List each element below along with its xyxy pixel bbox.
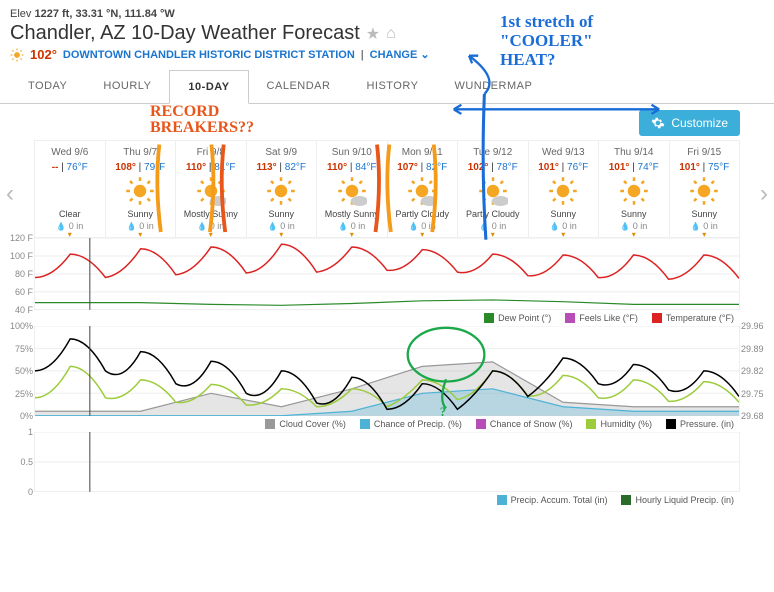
legend-item: Pressure. (in) <box>666 419 734 429</box>
day-date: Mon 9/11 <box>390 145 456 162</box>
weather-icon <box>249 175 315 207</box>
legend-item: Chance of Precip. (%) <box>360 419 462 429</box>
humidity-chart: 0%25%50%75%100% 29.6829.7529.8229.8929.9… <box>34 326 740 416</box>
prev-arrow[interactable]: ‹ <box>6 180 14 208</box>
legend-item: Temperature (°F) <box>652 313 734 323</box>
temperature-chart: 40 F60 F80 F100 F120 F <box>34 238 740 310</box>
weather-icon <box>37 175 103 207</box>
condition-label: Partly Cloudy <box>390 207 456 221</box>
weather-icon <box>178 175 244 207</box>
drop-icon: 💧 <box>479 222 489 231</box>
weather-icon <box>390 175 456 207</box>
legend-item: Dew Point (°) <box>484 313 551 323</box>
station-link[interactable]: DOWNTOWN CHANDLER HISTORIC DISTRICT STAT… <box>63 49 355 61</box>
tab-today[interactable]: TODAY <box>10 70 85 103</box>
forecast-day[interactable]: Fri 9/8110° | 81°FMostly Sunny💧 0 in▾ <box>176 141 247 237</box>
day-date: Fri 9/8 <box>178 145 244 162</box>
condition-label: Sunny <box>108 207 174 221</box>
next-arrow[interactable]: › <box>760 180 768 208</box>
forecast-day[interactable]: Wed 9/13101° | 76°FSunny💧 0 in▾ <box>529 141 600 237</box>
customize-button[interactable]: Customize <box>639 110 740 136</box>
day-date: Wed 9/6 <box>37 145 103 162</box>
change-station-link[interactable]: CHANGE ⌄ <box>370 48 430 61</box>
legend-item: Humidity (%) <box>586 419 652 429</box>
forecast-day[interactable]: Thu 9/7108° | 79°FSunny💧 0 in▾ <box>106 141 177 237</box>
legend-item: Cloud Cover (%) <box>265 419 346 429</box>
forecast-day[interactable]: Sat 9/9113° | 82°FSunny💧 0 in▾ <box>247 141 318 237</box>
drop-icon: 💧 <box>409 222 419 231</box>
day-date: Sun 9/10 <box>319 145 385 162</box>
drop-icon: 💧 <box>550 222 560 231</box>
drop-icon: 💧 <box>268 222 278 231</box>
day-date: Fri 9/15 <box>672 145 738 162</box>
legend-item: Chance of Snow (%) <box>476 419 573 429</box>
tabs-bar: TODAYHOURLY10-DAYCALENDARHISTORYWUNDERMA… <box>0 70 774 104</box>
day-date: Thu 9/14 <box>601 145 667 162</box>
condition-label: Sunny <box>601 207 667 221</box>
forecast-day[interactable]: Thu 9/14101° | 74°FSunny💧 0 in▾ <box>599 141 670 237</box>
weather-icon <box>460 175 526 207</box>
condition-label: Mostly Sunny <box>178 207 244 221</box>
tab-history[interactable]: HISTORY <box>348 70 436 103</box>
condition-label: Sunny <box>672 207 738 221</box>
chevron-down-icon: ⌄ <box>420 49 429 61</box>
weather-icon <box>531 175 597 207</box>
legend-item: Feels Like (°F) <box>565 313 638 323</box>
current-temp: 102° <box>30 47 57 62</box>
drop-icon: 💧 <box>56 222 66 231</box>
elevation-line: Elev 1227 ft, 33.31 °N, 111.84 °W <box>10 8 764 20</box>
forecast-day[interactable]: Sun 9/10110° | 84°FMostly Sunny💧 0 in▾ <box>317 141 388 237</box>
day-date: Wed 9/13 <box>531 145 597 162</box>
drop-icon: 💧 <box>127 222 137 231</box>
condition-label: Partly Cloudy <box>460 207 526 221</box>
tab-10day[interactable]: 10-DAY <box>169 70 248 104</box>
day-date: Sat 9/9 <box>249 145 315 162</box>
home-icon[interactable]: ⌂ <box>386 25 396 43</box>
condition-label: Mostly Sunny <box>319 207 385 221</box>
weather-icon <box>672 175 738 207</box>
weather-icon <box>601 175 667 207</box>
condition-label: Sunny <box>531 207 597 221</box>
legend-item: Precip. Accum. Total (in) <box>497 495 608 505</box>
tab-wundermap[interactable]: WUNDERMAP <box>436 70 550 103</box>
forecast-days-row: Wed 9/6-- | 76°FClear💧 0 in▾Thu 9/7108° … <box>34 140 740 238</box>
drop-icon: 💧 <box>338 222 348 231</box>
weather-icon <box>319 175 385 207</box>
day-date: Thu 9/7 <box>108 145 174 162</box>
day-date: Tue 9/12 <box>460 145 526 162</box>
forecast-day[interactable]: Tue 9/12102° | 78°FPartly Cloudy💧 0 in▾ <box>458 141 529 237</box>
tab-hourly[interactable]: HOURLY <box>85 70 169 103</box>
current-sun-icon <box>10 48 24 62</box>
page-title: Chandler, AZ 10-Day Weather Forecast <box>10 22 360 45</box>
tab-calendar[interactable]: CALENDAR <box>249 70 349 103</box>
favorite-star-icon[interactable]: ★ <box>366 24 380 44</box>
drop-icon: 💧 <box>691 222 701 231</box>
weather-icon <box>108 175 174 207</box>
drop-icon: 💧 <box>620 222 630 231</box>
forecast-day[interactable]: Wed 9/6-- | 76°FClear💧 0 in▾ <box>35 141 106 237</box>
precip-chart: 00.51 <box>34 432 740 492</box>
forecast-day[interactable]: Fri 9/15101° | 75°FSunny💧 0 in▾ <box>670 141 740 237</box>
condition-label: Clear <box>37 207 103 221</box>
legend-item: Hourly Liquid Precip. (in) <box>621 495 734 505</box>
condition-label: Sunny <box>249 207 315 221</box>
drop-icon: 💧 <box>197 222 207 231</box>
forecast-day[interactable]: Mon 9/11107° | 82°FPartly Cloudy💧 0 in▾ <box>388 141 459 237</box>
gear-icon <box>651 116 665 130</box>
